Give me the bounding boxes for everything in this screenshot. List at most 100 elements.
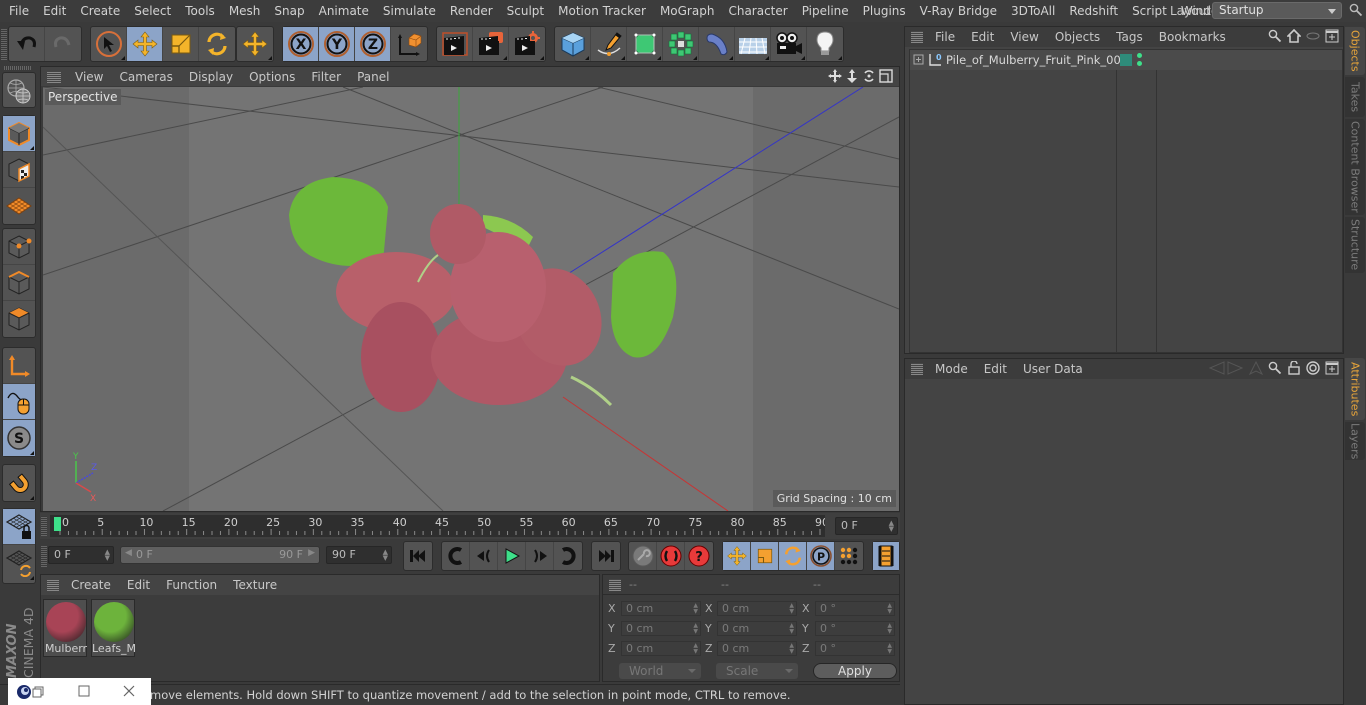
coord-rot-z-field[interactable]: 0 ° ▲ ▼ — [815, 641, 895, 656]
material-menu-function[interactable]: Function — [158, 578, 225, 592]
material-menu-create[interactable]: Create — [63, 578, 119, 592]
menu-render[interactable]: Render — [443, 0, 500, 22]
size-mode-dropdown[interactable]: Scale — [716, 663, 798, 679]
key-scale-button[interactable] — [751, 542, 779, 570]
current-frame-field[interactable]: 0 F ▲ ▼ — [835, 517, 898, 535]
start-frame-field[interactable]: 0 F ▲ ▼ — [48, 546, 114, 564]
attribute-menu-user-data[interactable]: User Data — [1015, 362, 1091, 376]
menu-tools[interactable]: Tools — [178, 0, 222, 22]
menu-plugins[interactable]: Plugins — [856, 0, 913, 22]
rotate-button[interactable] — [199, 27, 235, 61]
menu-mesh[interactable]: Mesh — [222, 0, 268, 22]
solo-button[interactable]: S — [3, 420, 35, 456]
tweak-mode-button[interactable] — [3, 384, 35, 420]
undo-button[interactable] — [9, 27, 45, 61]
lock-workplane-button[interactable] — [3, 509, 35, 545]
previous-frame-button[interactable] — [470, 542, 498, 570]
floor-button[interactable] — [735, 27, 771, 61]
coordinate-system-dropdown[interactable]: World — [619, 663, 701, 679]
object-menu-file[interactable]: File — [927, 30, 963, 44]
record-keys-button[interactable] — [629, 542, 657, 570]
key-position-button[interactable] — [723, 542, 751, 570]
go-to-end-button[interactable] — [592, 542, 620, 570]
coord-pos-z-field[interactable]: 0 cm ▲ ▼ — [621, 641, 701, 656]
menu-snap[interactable]: Snap — [267, 0, 311, 22]
texture-mode-button[interactable] — [3, 152, 35, 188]
panel-grip-icon[interactable] — [911, 363, 923, 375]
tab-structure[interactable]: Structure — [1345, 217, 1365, 273]
tab-layers[interactable]: Layers — [1345, 422, 1365, 460]
object-menu-view[interactable]: View — [1002, 30, 1046, 44]
auto-keying-button[interactable] — [657, 542, 685, 570]
attribute-menu-mode[interactable]: Mode — [927, 362, 976, 376]
timeline-ruler[interactable]: 0 5 10 15 20 25 30 35 40 45 50 55 60 65 70 75 80 85 90 — [50, 515, 829, 537]
menu-motion-tracker[interactable]: Motion Tracker — [551, 0, 653, 22]
maximize-icon[interactable] — [78, 685, 90, 697]
rotate-view-icon[interactable] — [862, 69, 876, 83]
material-menu-edit[interactable]: Edit — [119, 578, 158, 592]
coord-pos-x-field[interactable]: 0 cm ▲ ▼ — [621, 601, 701, 616]
viewport-menu-display[interactable]: Display — [181, 70, 241, 84]
menu-mograph[interactable]: MoGraph — [653, 0, 722, 22]
back-forward-icon[interactable] — [1208, 361, 1244, 375]
close-icon[interactable] — [123, 685, 135, 697]
snap-button[interactable] — [3, 465, 35, 501]
move-button[interactable] — [127, 27, 163, 61]
unlock-icon[interactable] — [1287, 361, 1301, 375]
menu-script[interactable]: Script — [1125, 0, 1174, 22]
object-row[interactable]: 0 Pile_of_Mulberry_Fruit_Pink_001 — [910, 50, 1342, 70]
viewport-menu-options[interactable]: Options — [241, 70, 303, 84]
model-mode-button[interactable] — [3, 116, 35, 152]
layer-color-swatch[interactable] — [1120, 54, 1132, 66]
timeline-window-button[interactable] — [873, 542, 899, 570]
frame-range-slider[interactable]: ◀ 0 F 90 F ▶ — [120, 546, 320, 564]
light-button[interactable] — [807, 27, 843, 61]
menu-select[interactable]: Select — [127, 0, 178, 22]
menu-edit[interactable]: Edit — [36, 0, 73, 22]
render-to-picture-viewer-button[interactable] — [473, 27, 509, 61]
coord-size-x-field[interactable]: 0 cm ▲ ▼ — [717, 601, 797, 616]
expand-icon[interactable] — [913, 54, 925, 66]
camera-label[interactable]: Perspective — [45, 89, 121, 105]
key-rotation-button[interactable] — [779, 542, 807, 570]
subdivision-surface-button[interactable] — [627, 27, 663, 61]
up-arrow-icon[interactable] — [1249, 361, 1263, 375]
render-view-button[interactable] — [437, 27, 473, 61]
search-icon[interactable] — [1349, 3, 1363, 17]
menu-v-ray-bridge[interactable]: V-Ray Bridge — [913, 0, 1004, 22]
workplane-sync-button[interactable] — [3, 545, 35, 581]
search-icon[interactable] — [1268, 361, 1282, 375]
layout-dropdown[interactable]: Startup — [1212, 2, 1342, 19]
menu-sculpt[interactable]: Sculpt — [500, 0, 551, 22]
new-panel-icon[interactable] — [1325, 361, 1339, 375]
menu-3dtoall[interactable]: 3DToAll — [1004, 0, 1062, 22]
maximize-view-icon[interactable] — [879, 69, 893, 83]
render-settings-button[interactable] — [509, 27, 545, 61]
object-name[interactable]: Pile_of_Mulberry_Fruit_Pink_001 — [946, 53, 1128, 67]
keyframe-selection-button[interactable]: ? — [685, 542, 713, 570]
material-swatch[interactable]: Leafs_M — [91, 599, 136, 657]
cinema4d-app-icon[interactable] — [16, 684, 32, 700]
coord-pos-y-field[interactable]: 0 cm ▲ ▼ — [621, 621, 701, 636]
new-panel-icon[interactable] — [1325, 29, 1339, 43]
home-icon[interactable] — [1287, 29, 1301, 43]
next-frame-button[interactable] — [526, 542, 554, 570]
next-key-button[interactable] — [554, 542, 582, 570]
coord-size-z-field[interactable]: 0 cm ▲ ▼ — [717, 641, 797, 656]
restore-icon[interactable] — [32, 686, 44, 698]
viewport-menu-panel[interactable]: Panel — [349, 70, 397, 84]
workplane-mode-button[interactable] — [3, 188, 35, 224]
object-menu-edit[interactable]: Edit — [963, 30, 1002, 44]
panel-grip-icon[interactable] — [609, 579, 621, 591]
3d-viewport-canvas[interactable]: Y Z X Perspective Grid Spacing : 10 cm — [43, 87, 899, 511]
menu-create[interactable]: Create — [73, 0, 127, 22]
material-swatch[interactable]: Mulberr — [43, 599, 87, 657]
viewport-menu-cameras[interactable]: Cameras — [111, 70, 180, 84]
polygons-mode-button[interactable] — [3, 301, 35, 337]
playhead[interactable] — [54, 517, 61, 531]
apply-button[interactable]: Apply — [813, 663, 897, 679]
coord-rot-x-field[interactable]: 0 ° ▲ ▼ — [815, 601, 895, 616]
attribute-menu-edit[interactable]: Edit — [976, 362, 1015, 376]
object-menu-tags[interactable]: Tags — [1108, 30, 1151, 44]
filter-icon[interactable] — [1306, 29, 1320, 43]
